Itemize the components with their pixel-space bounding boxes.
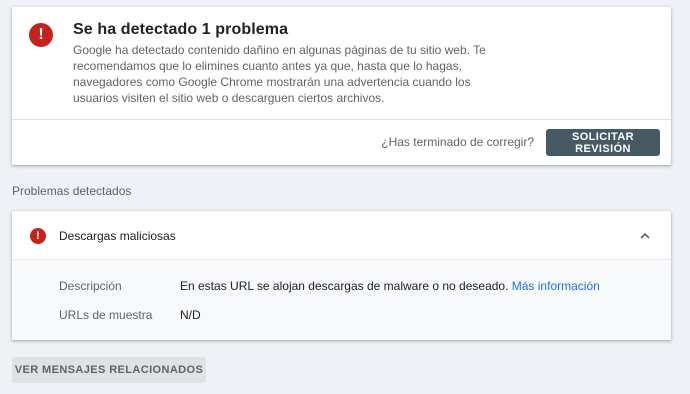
description-label: Descripción xyxy=(59,279,122,293)
description-value: En estas URL se alojan descargas de malw… xyxy=(180,279,600,293)
request-review-button[interactable]: SOLICITAR REVISIÓN xyxy=(546,129,660,156)
issue-header[interactable]: ! Descargas maliciosas xyxy=(12,211,671,259)
fix-question: ¿Has terminado de corregir? xyxy=(381,135,534,149)
issue-details: Descripción En estas URL se alojan desca… xyxy=(12,259,671,340)
alert-summary: ! Se ha detectado 1 problema Google ha d… xyxy=(12,7,671,119)
description-text: En estas URL se alojan descargas de malw… xyxy=(180,279,512,293)
alert-card: ! Se ha detectado 1 problema Google ha d… xyxy=(12,7,671,165)
sample-urls-value: N/D xyxy=(180,308,201,322)
divider xyxy=(12,119,671,120)
error-icon: ! xyxy=(29,23,53,47)
sample-urls-label: URLs de muestra xyxy=(59,308,153,322)
alert-description: Google ha detectado contenido dañino en … xyxy=(73,43,486,105)
more-info-link[interactable]: Más información xyxy=(512,279,600,293)
issue-card: ! Descargas maliciosas Descripción En es… xyxy=(12,211,671,340)
section-title: Problemas detectados xyxy=(12,184,132,198)
related-messages-button[interactable]: VER MENSAJES RELACIONADOS xyxy=(12,357,206,383)
issue-title: Descargas maliciosas xyxy=(59,229,176,243)
chevron-up-icon[interactable] xyxy=(638,229,652,243)
error-icon: ! xyxy=(30,228,46,244)
alert-title: Se ha detectado 1 problema xyxy=(73,21,289,38)
